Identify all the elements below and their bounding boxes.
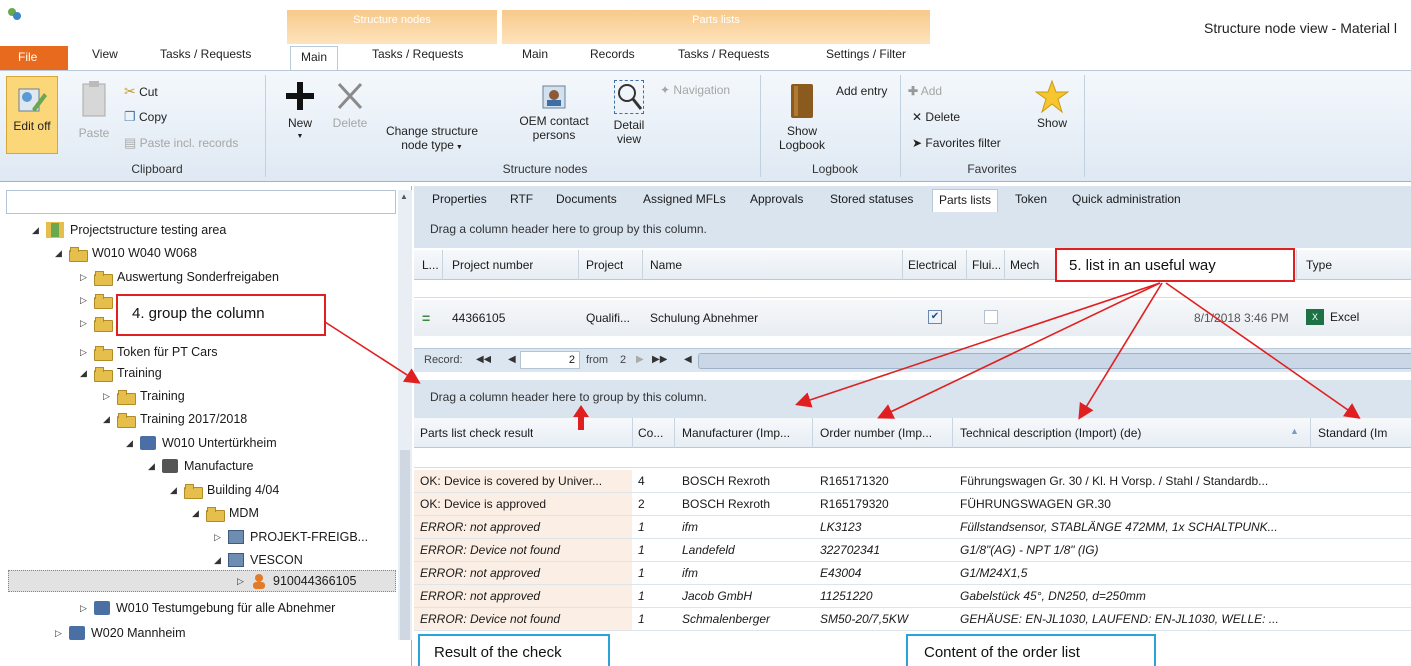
up-arrow-icon bbox=[573, 405, 589, 430]
arrow-technical-description bbox=[1078, 282, 1163, 420]
callout-result-check: Result of the check bbox=[418, 634, 610, 666]
callout-group-column: 4. group the column bbox=[116, 294, 326, 336]
arrow-standard bbox=[1165, 282, 1361, 419]
arrow-manufacturer bbox=[794, 282, 1161, 408]
callout-content-order: Content of the order list bbox=[906, 634, 1156, 666]
arrow-order-number bbox=[877, 282, 1161, 419]
arrow-group-column bbox=[324, 321, 421, 384]
callout-list-useful: 5. list in an useful way bbox=[1055, 248, 1295, 282]
